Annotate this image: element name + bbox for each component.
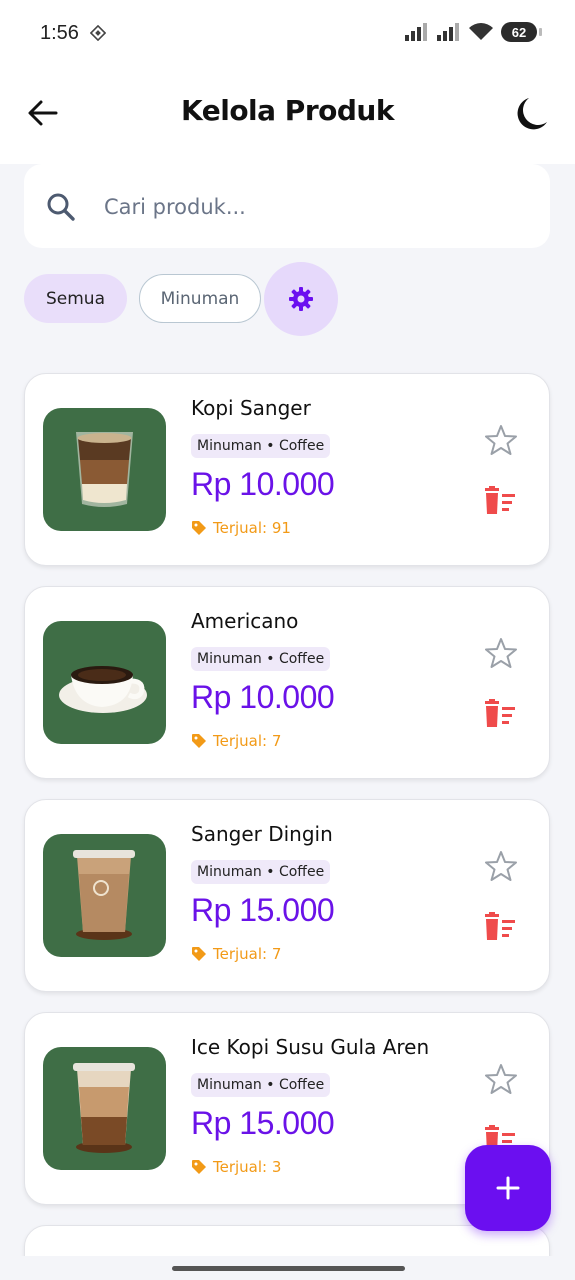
product-price: Rp 15.000 (191, 892, 335, 928)
add-product-button[interactable] (465, 1145, 551, 1231)
status-time: 1:56 (40, 22, 79, 44)
star-icon[interactable] (485, 637, 517, 669)
status-icons: 62 (405, 22, 542, 42)
filter-chip-label: Minuman (160, 288, 240, 309)
product-image (43, 621, 166, 744)
product-sold: Terjual: 7 (191, 732, 281, 750)
product-sold-count: Terjual: 7 (213, 945, 282, 963)
tag-icon (192, 734, 206, 748)
star-icon[interactable] (485, 1063, 517, 1095)
product-name: Ice Kopi Susu Gula Aren (191, 1035, 430, 1059)
filter-chip-label: Semua (45, 288, 105, 309)
signal-icon (405, 23, 427, 41)
wifi-icon (469, 23, 493, 40)
product-image (43, 834, 166, 957)
product-name: Americano (191, 609, 299, 633)
product-card[interactable]: Sanger Dingin Minuman • Coffee Rp 15.000… (24, 799, 550, 992)
search-input[interactable] (104, 188, 524, 226)
product-price: Rp 10.000 (191, 466, 335, 502)
search-icon (47, 193, 75, 221)
product-image (43, 408, 166, 531)
product-category: Minuman • Coffee (191, 860, 331, 884)
product-name: Kopi Sanger (191, 396, 311, 420)
tag-icon (192, 1160, 206, 1174)
battery-icon: 62 (501, 22, 542, 42)
product-category: Minuman • Coffee (191, 434, 331, 458)
product-name: Sanger Dingin (191, 822, 333, 846)
delete-list-icon[interactable] (483, 699, 517, 729)
star-icon[interactable] (485, 424, 517, 456)
product-image (43, 1047, 166, 1170)
product-price: Rp 15.000 (191, 1105, 335, 1141)
product-sold: Terjual: 3 (191, 1158, 281, 1176)
product-card[interactable]: Kopi Sanger Minuman • Coffee Rp 10.000 T… (24, 373, 550, 566)
filter-chip-all[interactable]: Semua (24, 274, 127, 323)
product-category: Minuman • Coffee (191, 647, 331, 671)
tag-icon (192, 947, 206, 961)
product-sold-count: Terjual: 91 (213, 519, 291, 537)
product-category: Minuman • Coffee (191, 1073, 331, 1097)
app-bar: Kelola Produk (0, 66, 575, 164)
moon-icon[interactable] (513, 96, 549, 132)
product-sold: Terjual: 91 (191, 519, 291, 537)
gesture-nav-bar (0, 1256, 575, 1280)
tag-icon (192, 521, 206, 535)
home-handle[interactable] (172, 1266, 405, 1271)
star-icon[interactable] (485, 850, 517, 882)
battery-level: 62 (511, 24, 527, 40)
delete-list-icon[interactable] (483, 486, 517, 516)
gear-icon (289, 287, 313, 311)
product-card[interactable]: Americano Minuman • Coffee Rp 10.000 Ter… (24, 586, 550, 779)
product-price: Rp 10.000 (191, 679, 335, 715)
signal-icon (437, 23, 459, 41)
product-sold-count: Terjual: 3 (213, 1158, 282, 1176)
page-title: Kelola Produk (181, 94, 394, 127)
search-bar (24, 164, 550, 248)
product-sold: Terjual: 7 (191, 945, 281, 963)
product-sold-count: Terjual: 7 (213, 732, 282, 750)
filter-chip-drink[interactable]: Minuman (139, 274, 261, 323)
category-settings-button[interactable] (264, 262, 338, 336)
notification-icon (90, 25, 106, 41)
delete-list-icon[interactable] (483, 912, 517, 942)
plus-icon (496, 1176, 520, 1200)
status-bar: 1:56 62 (0, 0, 575, 66)
